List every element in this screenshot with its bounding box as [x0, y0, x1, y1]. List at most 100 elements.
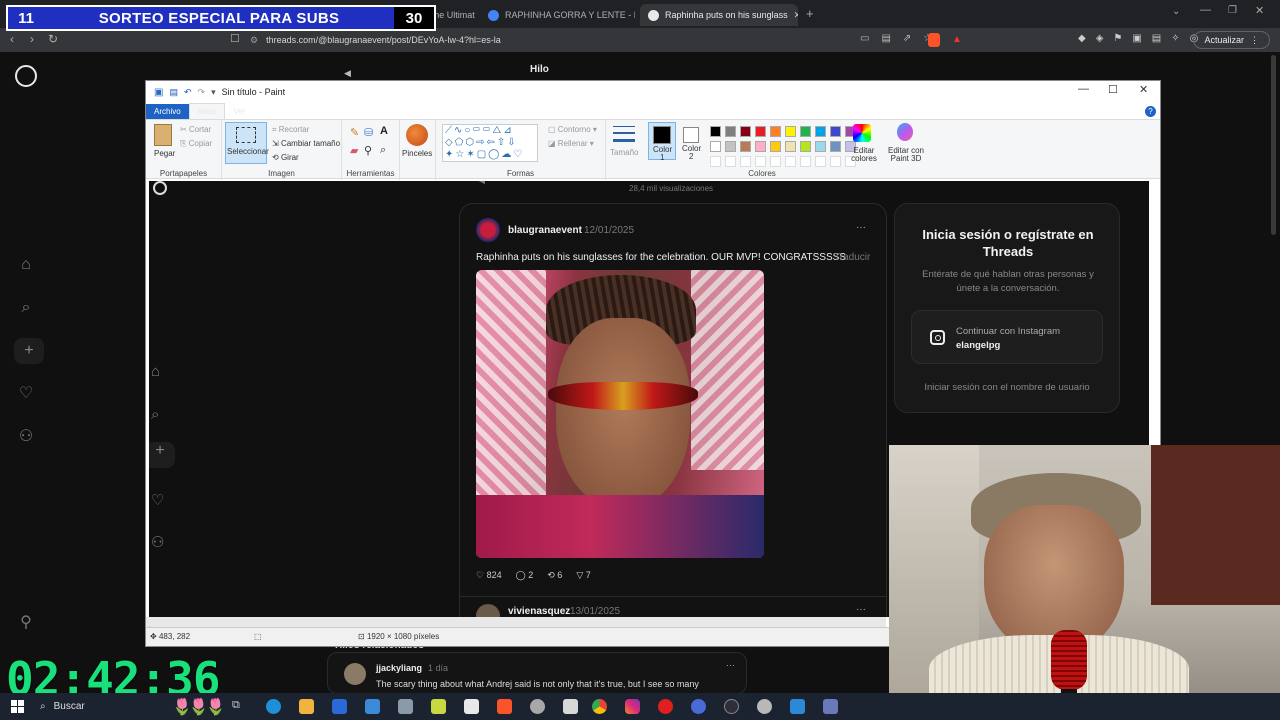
palette-swatch[interactable]: [785, 126, 796, 137]
related-thread-card[interactable]: jjackyliang 1 día ··· The scary thing ab…: [327, 652, 747, 694]
share-button[interactable]: ▽ 7: [576, 570, 590, 581]
translate-link[interactable]: Traducir: [834, 252, 870, 263]
custom-color-slot[interactable]: [785, 156, 796, 167]
rewards-icon[interactable]: ▲: [952, 34, 962, 45]
paint-minimize-icon[interactable]: —: [1078, 83, 1089, 95]
post-username[interactable]: blaugranaevent: [508, 225, 582, 236]
like-button[interactable]: ♡ 824: [476, 570, 502, 581]
threads-logo-icon[interactable]: [15, 65, 37, 87]
update-button[interactable]: Actualizar ⋮: [1193, 31, 1270, 49]
paste-button[interactable]: Pegar: [154, 149, 175, 158]
site-info-icon[interactable]: ⚙: [250, 35, 258, 46]
chevron-down-icon[interactable]: ⌄: [1172, 6, 1180, 17]
text-icon[interactable]: A: [380, 125, 388, 137]
tab-view[interactable]: Ver: [225, 104, 253, 119]
repost-button[interactable]: ⟲ 6: [547, 570, 562, 581]
edit-colors-button[interactable]: Editar colores: [850, 147, 878, 163]
search-icon[interactable]: ⌕: [16, 298, 36, 318]
custom-color-slot[interactable]: [770, 156, 781, 167]
windows-start-icon[interactable]: [11, 700, 24, 713]
comment-button[interactable]: ◯ 2: [516, 570, 534, 581]
custom-color-slot[interactable]: [815, 156, 826, 167]
edge-icon[interactable]: [266, 699, 281, 714]
tab-raphinha-search[interactable]: RAPHINHA GORRA Y LENTE - Busca: [480, 4, 635, 26]
palette-swatch[interactable]: [710, 126, 721, 137]
app-icon[interactable]: [691, 699, 706, 714]
palette-swatch[interactable]: [815, 126, 826, 137]
save-icon[interactable]: ▤: [169, 87, 178, 98]
custom-color-slot[interactable]: [725, 156, 736, 167]
palette-swatch[interactable]: [785, 141, 796, 152]
create-post-icon[interactable]: +: [14, 338, 44, 364]
brush-icon[interactable]: [406, 124, 428, 146]
page-scrollbar[interactable]: [1271, 55, 1276, 235]
app-icon[interactable]: [790, 699, 805, 714]
palette-swatch[interactable]: [725, 141, 736, 152]
color1-button[interactable]: Color 1: [648, 122, 676, 162]
tab-threads-active[interactable]: Raphinha puts on his sunglass ✕: [640, 4, 798, 26]
color-picker-icon[interactable]: ⚲: [364, 144, 372, 157]
color2-button[interactable]: Color 2: [678, 122, 706, 161]
more-options-icon[interactable]: ···: [726, 660, 735, 670]
reload-icon[interactable]: ↻: [48, 32, 58, 46]
fill-shape-button[interactable]: Rellenar: [558, 139, 588, 148]
tulips-widget-icon[interactable]: 🌷🌷🌷: [172, 697, 226, 717]
task-view-icon[interactable]: ⧉: [232, 699, 247, 714]
palette-swatch[interactable]: [800, 141, 811, 152]
paint3d-button[interactable]: Editar con Paint 3D: [884, 147, 928, 163]
back-icon[interactable]: ‹: [10, 32, 14, 46]
custom-color-slot[interactable]: [755, 156, 766, 167]
chrome-icon[interactable]: [592, 699, 607, 714]
heart-icon[interactable]: ♡: [16, 383, 36, 403]
paint-taskbar-icon[interactable]: [823, 699, 838, 714]
palette-swatch[interactable]: [770, 141, 781, 152]
size-icon[interactable]: [613, 126, 635, 142]
magnifier-icon[interactable]: ⌕: [380, 144, 386, 157]
youtube-icon[interactable]: [658, 699, 673, 714]
edit-colors-icon[interactable]: [853, 124, 871, 142]
url-field[interactable]: ⚙ threads.com/@blaugranaevent/post/DEvYo…: [250, 31, 850, 49]
shapes-gallery[interactable]: ⟋∿○▭▭△⊿ ◇⬠⬡⇨⇦⇧⇩ ✦☆✶▢◯☁♡: [442, 124, 538, 162]
brave-shield-icon[interactable]: [928, 33, 940, 47]
palette-swatch[interactable]: [830, 141, 841, 152]
avatar[interactable]: [476, 604, 500, 617]
outline-button[interactable]: Contorno: [558, 125, 591, 134]
fill-icon[interactable]: ⛁: [364, 126, 373, 139]
restore-icon[interactable]: ❐: [1228, 5, 1237, 16]
back-arrow-icon[interactable]: ◀: [344, 68, 351, 79]
close-tab-icon[interactable]: ✕: [794, 10, 798, 21]
palette-swatch[interactable]: [725, 126, 736, 137]
cut-button[interactable]: Cortar: [189, 125, 211, 134]
app-icon[interactable]: [431, 699, 446, 714]
pin-icon[interactable]: ⚲: [16, 612, 36, 632]
quick-access-icon[interactable]: ▾: [211, 87, 216, 98]
paint-maximize-icon[interactable]: ☐: [1108, 83, 1118, 96]
profile-icon[interactable]: ⚇: [16, 426, 36, 446]
custom-color-slot[interactable]: [800, 156, 811, 167]
username-login-link[interactable]: Iniciar sesión con el nombre de usuario: [895, 382, 1119, 393]
minimize-icon[interactable]: —: [1200, 4, 1211, 16]
palette-swatch[interactable]: [830, 126, 841, 137]
extension-icons[interactable]: ◆◈⚑▣▤✧◎: [1078, 33, 1208, 44]
tab-home[interactable]: Inicio: [188, 103, 226, 119]
tab-file[interactable]: Archivo: [146, 103, 189, 119]
canvas-hscroll[interactable]: ‹: [146, 617, 886, 632]
instagram-app-icon[interactable]: [625, 699, 640, 714]
notepad-icon[interactable]: [464, 699, 479, 714]
crop-button[interactable]: Recortar: [279, 125, 310, 134]
brave-icon[interactable]: [497, 699, 512, 714]
paint3d-icon[interactable]: [897, 123, 913, 141]
help-icon[interactable]: ?: [1145, 105, 1156, 117]
rotate-button[interactable]: Girar: [281, 153, 299, 162]
palette-swatch[interactable]: [815, 141, 826, 152]
palette-swatch[interactable]: [755, 141, 766, 152]
more-options-icon[interactable]: ···: [856, 604, 866, 615]
app-icon[interactable]: [398, 699, 413, 714]
select-button[interactable]: Seleccionar: [225, 122, 269, 164]
reply-username[interactable]: vivienasquez: [508, 606, 570, 617]
more-options-icon[interactable]: ···: [856, 222, 866, 233]
obs-icon[interactable]: [724, 699, 739, 714]
palette-swatch[interactable]: [740, 141, 751, 152]
custom-color-slot[interactable]: [740, 156, 751, 167]
paste-icon[interactable]: [154, 124, 172, 146]
